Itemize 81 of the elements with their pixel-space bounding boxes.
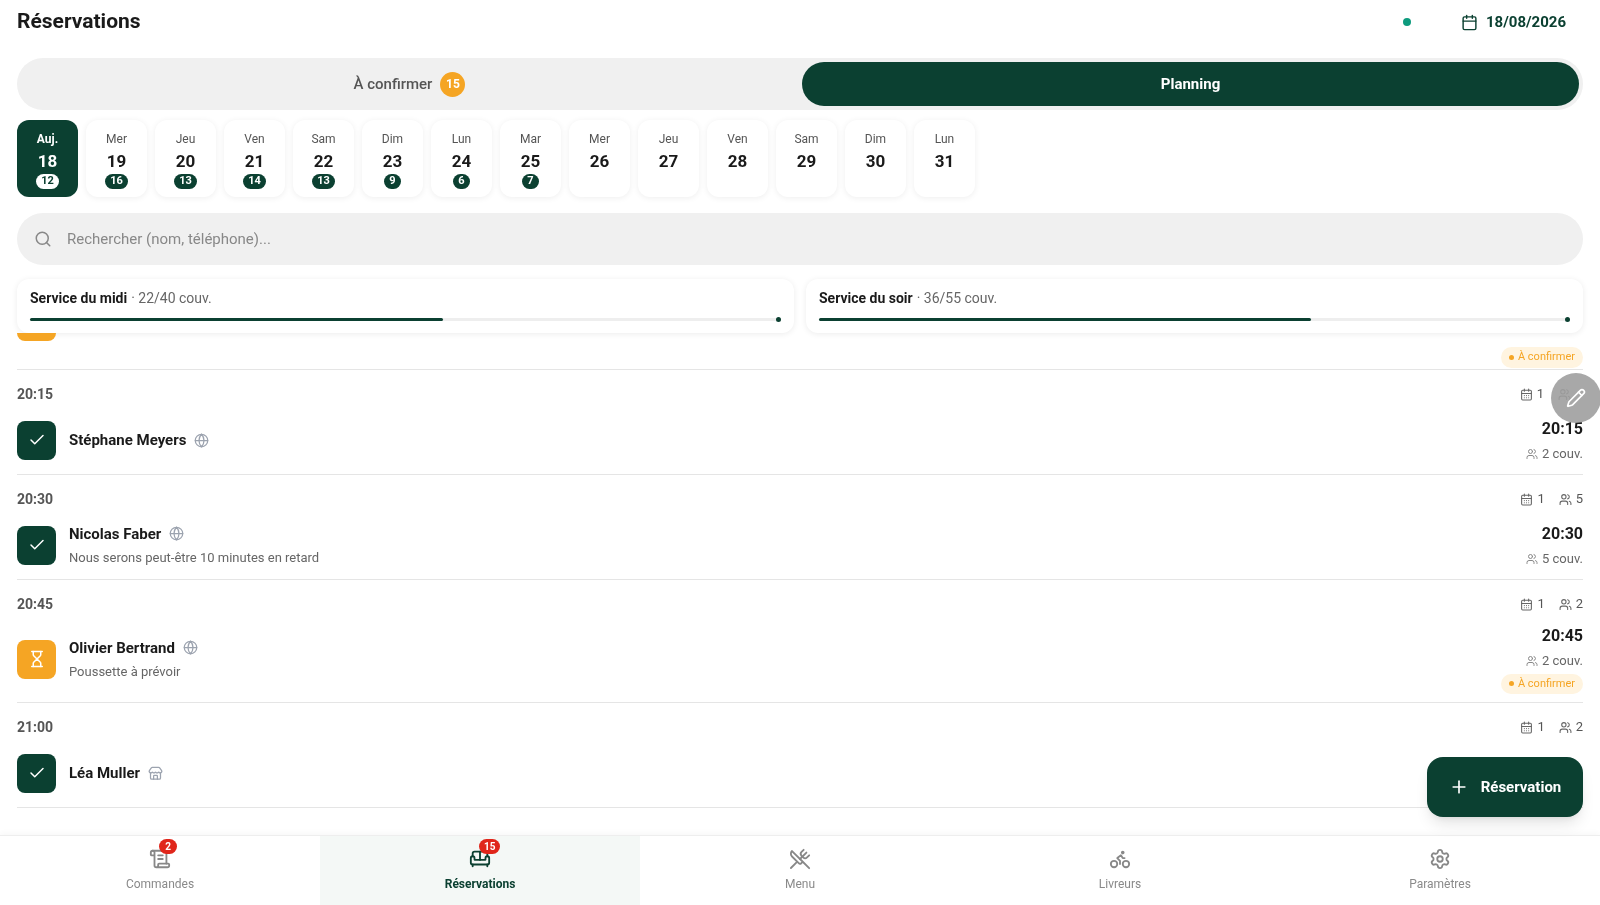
count-badge: 6 <box>453 174 470 189</box>
view-tab[interactable]: À confirmer 15 <box>21 62 798 106</box>
time-slot-label: 21:00 <box>17 717 54 737</box>
calendar-icon <box>1520 597 1534 611</box>
reservation-note: Nous serons peut-être 10 minutes en retard <box>69 549 320 567</box>
guest-name: Olivier Bertrand <box>69 637 175 659</box>
table-count: 1 <box>1537 595 1545 614</box>
day-card[interactable]: Dim 23 9 <box>362 120 423 197</box>
people-icon <box>1558 492 1572 506</box>
guest-name: Stéphane Meyers <box>69 429 187 451</box>
count-badge: 14 <box>243 174 266 189</box>
day-card[interactable]: Auj. 18 12 <box>17 120 78 197</box>
status-badge: À confirmer <box>1500 673 1583 694</box>
covers-count: 2 couv. <box>1526 443 1583 464</box>
time-slot-label: 20:45 <box>17 594 54 614</box>
guest-count: 2 <box>1575 718 1583 737</box>
guest-name: Léa Muller <box>69 762 141 784</box>
receipt-icon <box>149 848 171 870</box>
day-card[interactable]: Mer 19 16 <box>86 120 147 197</box>
sofa-icon <box>469 848 491 870</box>
notification-badge: 2 <box>159 839 177 854</box>
search-input[interactable]: Rechercher (nom, téléphone)... <box>67 227 1566 251</box>
day-card[interactable]: Sam 22 13 <box>293 120 354 197</box>
covers-count: 5 couv. <box>1526 548 1583 569</box>
service-covers: · 36/55 couv. <box>916 289 998 308</box>
calendar-icon <box>1520 720 1534 734</box>
service-covers: · 22/40 couv. <box>131 289 212 308</box>
count-badge: 7 <box>522 174 539 189</box>
service-name: Service du soir <box>819 289 913 308</box>
reservation-note: Poussette à prévoir <box>69 663 182 681</box>
covers-count: 2 couv. <box>1526 651 1583 671</box>
calendar-icon <box>1520 492 1534 506</box>
table-count: 1 <box>1537 718 1545 737</box>
day-card[interactable]: Sam 29 <box>776 120 837 197</box>
day-card[interactable]: Lun 24 6 <box>431 120 492 197</box>
day-card[interactable]: Jeu 20 13 <box>155 120 216 197</box>
table-count: 1 <box>1536 385 1544 404</box>
nav-tab[interactable]: 15 Réservations <box>320 836 640 905</box>
day-card[interactable]: Mer 26 <box>569 120 630 197</box>
time-slot-label: 20:30 <box>17 489 54 509</box>
day-card[interactable]: Lun 31 <box>914 120 975 197</box>
count-badge: 16 <box>105 174 128 189</box>
date-picker-button[interactable]: 18/08/2026 <box>1461 10 1566 34</box>
utensils-icon <box>789 848 811 870</box>
view-tab[interactable]: Planning <box>802 62 1579 106</box>
day-card[interactable]: Mar 25 7 <box>500 120 561 197</box>
new-reservation-button[interactable]: Réservation <box>1427 757 1583 817</box>
search-icon <box>34 230 52 248</box>
reservation-time: 20:15 <box>1541 417 1583 440</box>
people-icon <box>1558 720 1572 734</box>
day-card[interactable]: Dim 30 <box>845 120 906 197</box>
settings-icon <box>1429 848 1451 870</box>
notification-badge: 15 <box>479 839 501 854</box>
time-slot-label: 20:15 <box>17 384 54 404</box>
calendar-icon <box>1519 387 1533 401</box>
service-name: Service du midi <box>30 289 128 308</box>
people-icon <box>1526 654 1539 667</box>
count-badge: 15 <box>440 71 466 97</box>
people-icon <box>1558 597 1572 611</box>
day-card[interactable]: Ven 28 <box>707 120 768 197</box>
people-icon <box>1526 447 1539 460</box>
reservation-time: 20:45 <box>1541 625 1583 647</box>
day-card[interactable]: Ven 21 14 <box>224 120 285 197</box>
bike-icon <box>1109 848 1131 870</box>
pencil-icon <box>1566 388 1586 408</box>
count-badge: 13 <box>312 174 335 189</box>
day-card[interactable]: Jeu 27 <box>638 120 699 197</box>
status-badge: À confirmer <box>1500 347 1583 368</box>
count-badge: 12 <box>36 174 59 189</box>
count-badge: 13 <box>174 174 197 189</box>
guest-count: 2 <box>1575 595 1583 614</box>
calendar-icon <box>1461 13 1478 31</box>
guest-count: 5 <box>1575 490 1583 509</box>
page-title: Réservations <box>17 8 141 36</box>
reservation-time: 20:30 <box>1541 522 1583 545</box>
search-field[interactable]: Rechercher (nom, téléphone)... <box>17 213 1583 265</box>
edit-button[interactable] <box>1551 373 1600 423</box>
count-badge: 9 <box>384 174 401 189</box>
table-count: 1 <box>1537 490 1545 509</box>
people-icon <box>1526 552 1539 565</box>
guest-name: Nicolas Faber <box>69 523 162 545</box>
